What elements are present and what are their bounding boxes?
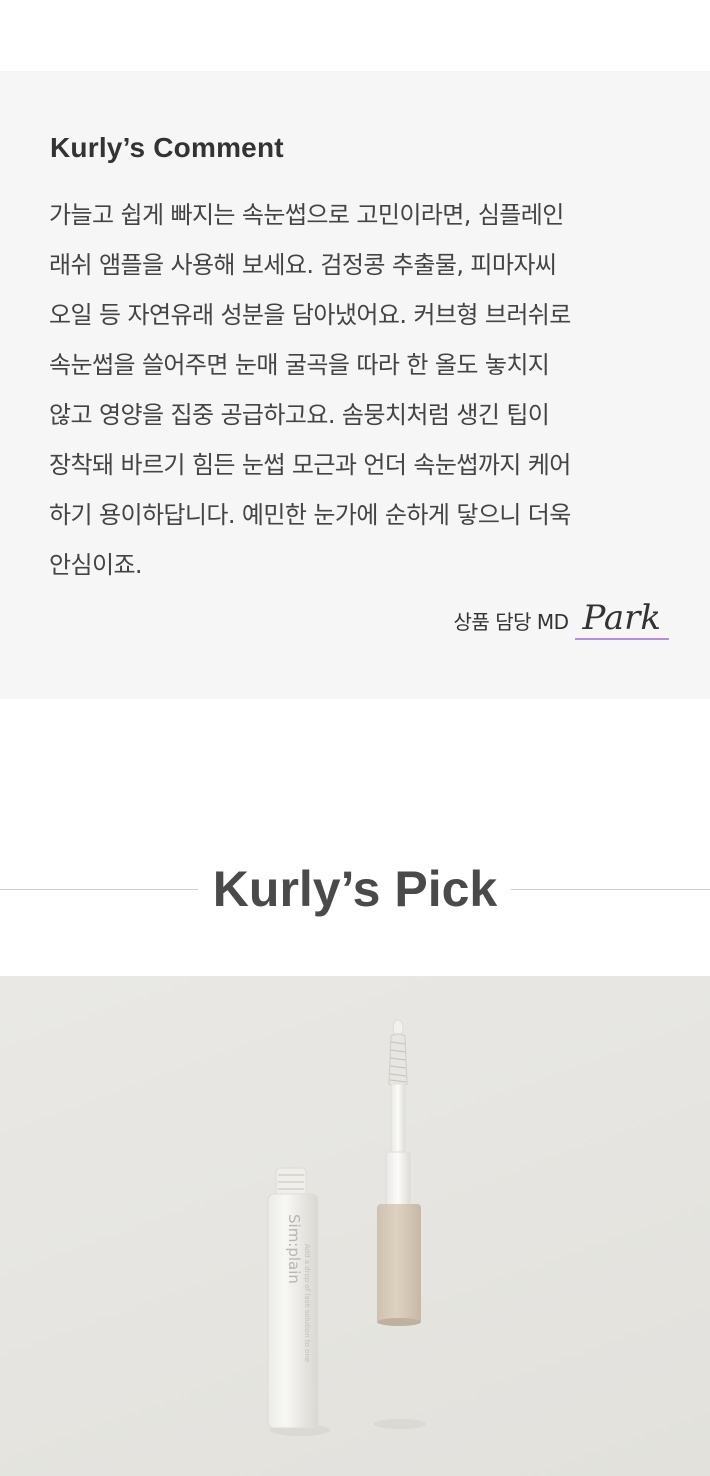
comment-title: Kurly’s Comment <box>50 132 284 163</box>
kurlys-pick-header: Kurly’s Pick <box>0 850 710 930</box>
signature-label: 상품 담당 MD <box>453 610 569 634</box>
signature-name: Park <box>574 600 669 640</box>
product-photo: Sim:plain Add a drop of lash solution to… <box>0 976 710 1476</box>
comment-line: 가늘고 쉽게 빠지는 속눈썹으로 고민이라면, 심플레인 <box>49 201 564 229</box>
comment-line: 오일 등 자연유래 성분을 담아냈어요. 커브형 브러쉬로 <box>49 301 571 329</box>
comment-body: 가늘고 쉽게 빠지는 속눈썹으로 고민이라면, 심플레인 래쉬 앰플을 사용해 … <box>49 190 669 590</box>
wand-cap <box>377 1204 421 1324</box>
bottle-brand-text: Sim:plain <box>285 1214 303 1284</box>
comment-line: 속눈썹을 쓸어주면 눈매 굴곡을 따라 한 올도 놓치지 <box>49 351 550 379</box>
comment-line: 하기 용이하답니다. 예민한 눈가에 순하게 닿으니 더욱 <box>49 501 571 529</box>
product-illustration: Sim:plain Add a drop of lash solution to… <box>267 1019 426 1436</box>
comment-line: 래쉬 앰플을 사용해 보세요. 검정콩 추출물, 피마자씨 <box>49 251 557 279</box>
comment-line: 장착돼 바르기 힘든 눈썹 모근과 언더 속눈썹까지 케어 <box>49 451 571 479</box>
comment-line: 않고 영양을 집중 공급하고요. 솜뭉치처럼 생긴 팁이 <box>49 401 550 429</box>
bottle-tagline-text: Add a drop of lash solution to one <box>303 1244 311 1362</box>
comment-line: 안심이죠. <box>49 551 143 579</box>
wand-stem <box>390 1083 406 1157</box>
md-signature: 상품 담당 MD Park <box>454 600 669 640</box>
pick-title: Kurly’s Pick <box>212 861 498 917</box>
